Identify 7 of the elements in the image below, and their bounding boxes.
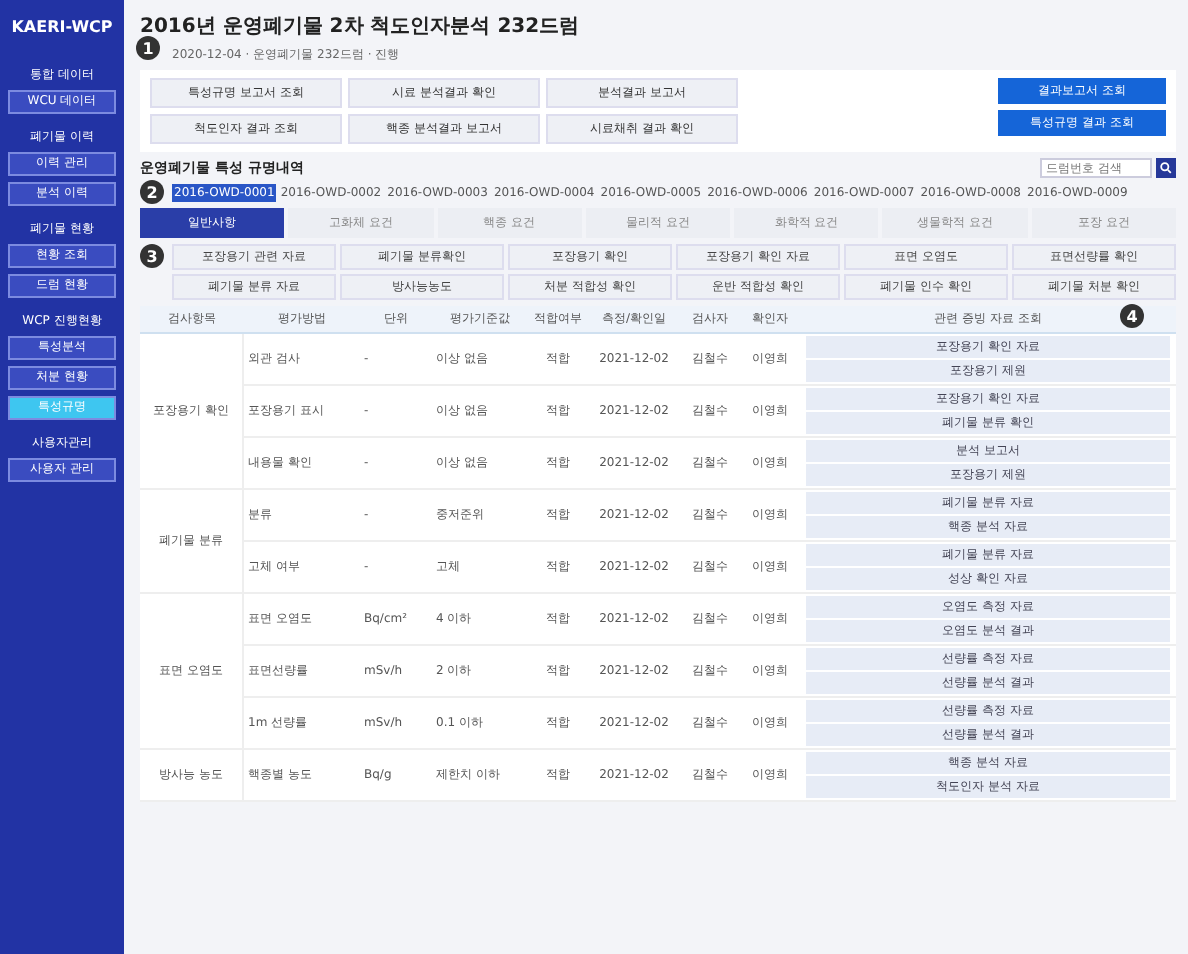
callout-marker: 2 [140, 180, 164, 204]
logo: KAERI-WCP [9, 16, 115, 40]
search-button[interactable] [1156, 158, 1176, 178]
callout-marker: 3 [140, 244, 164, 268]
callout-marker: 1 [136, 36, 160, 60]
search-icon [1160, 162, 1172, 174]
page-title: 2016년 운영폐기물 2차 척도인자분석 232드럼 [140, 14, 582, 40]
